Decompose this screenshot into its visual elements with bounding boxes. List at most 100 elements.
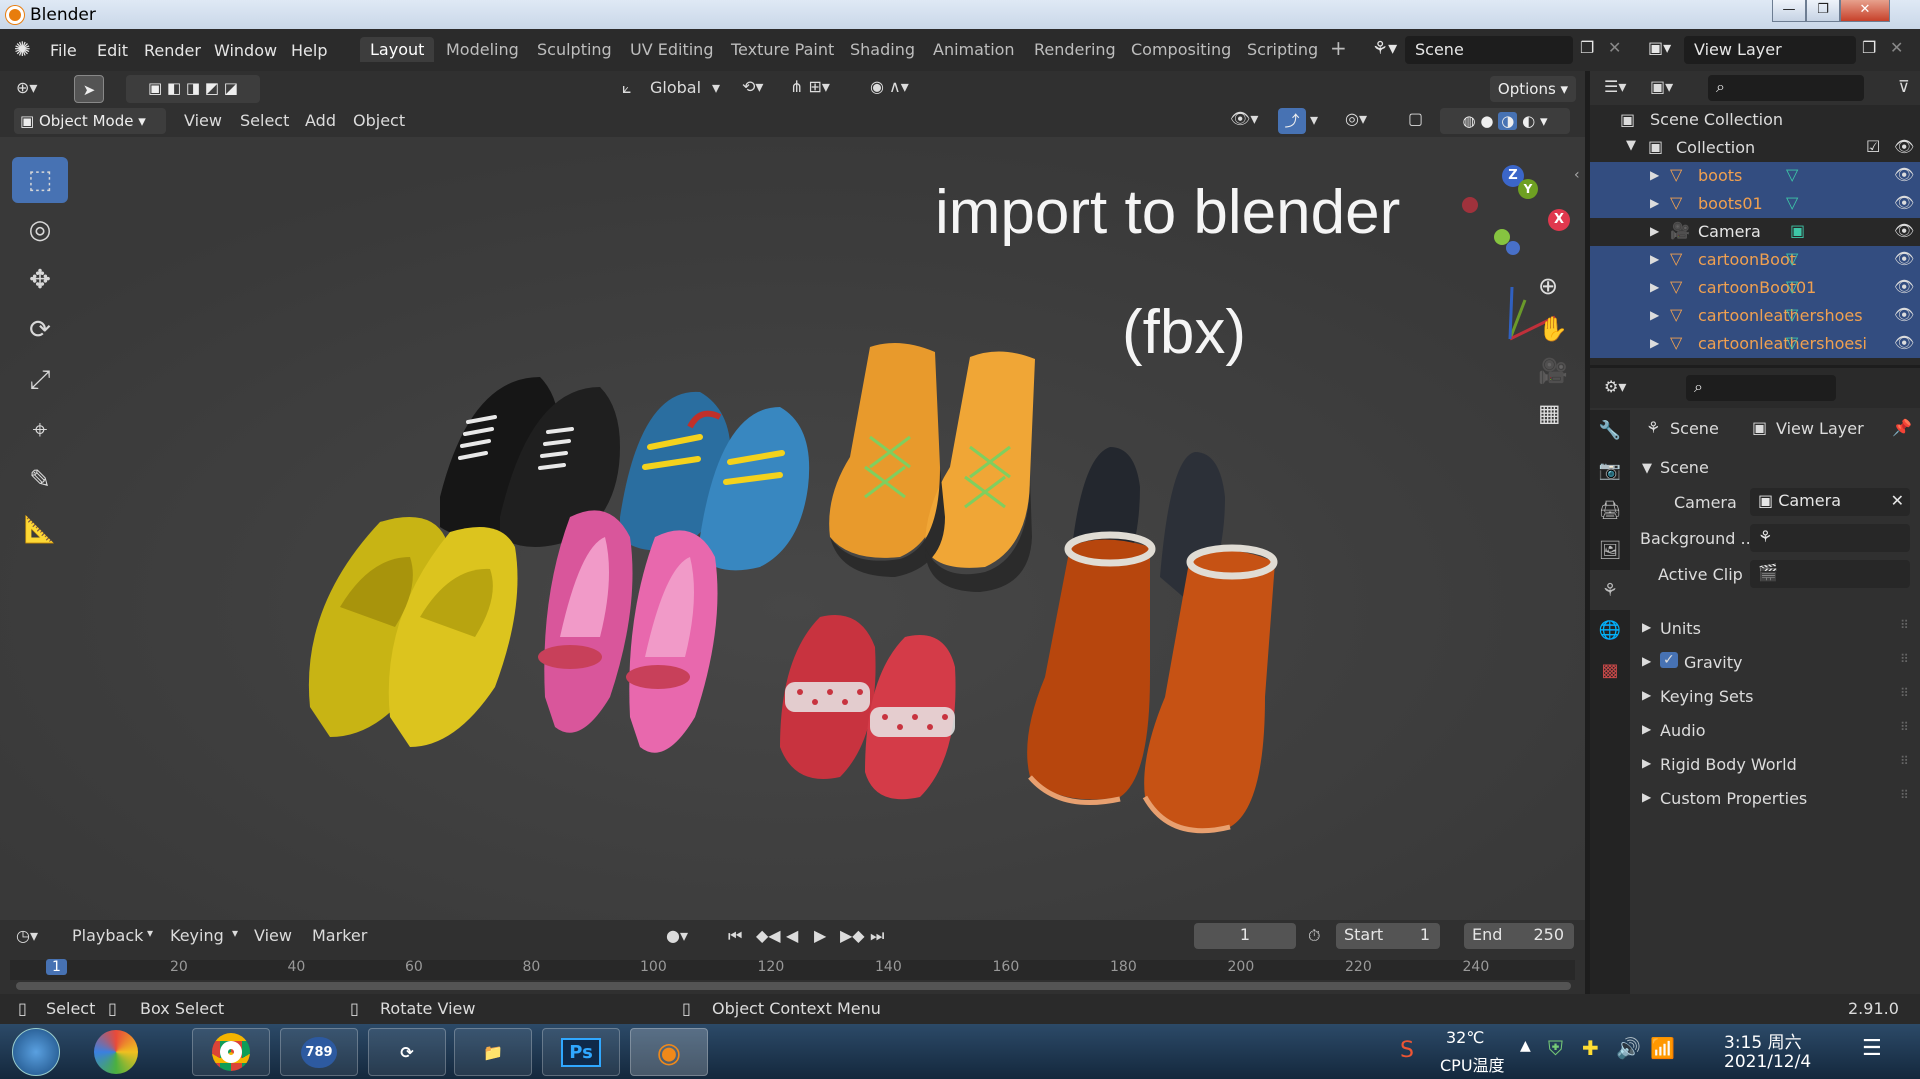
clock-time[interactable]: 3:15 周六 — [1724, 1028, 1802, 1053]
menu-file[interactable]: File — [50, 41, 77, 60]
menu-window[interactable]: Window — [214, 41, 277, 60]
start-button-icon[interactable] — [12, 1028, 60, 1076]
gizmo-neg-x-dot[interactable] — [1462, 197, 1478, 213]
visibility-eye-icon[interactable]: 👁 — [1894, 277, 1914, 296]
menu-object[interactable]: Object — [353, 111, 405, 130]
timeline-scrollbar[interactable] — [16, 982, 1571, 990]
gizmo-y-axis[interactable]: Y — [1518, 179, 1538, 199]
overlays-icon[interactable]: ◎▾ — [1345, 109, 1367, 128]
drag-handle-icon[interactable]: ⠿ — [1900, 686, 1909, 700]
panel-expand-icon[interactable]: ▶ — [1642, 688, 1651, 702]
mesh-data-icon[interactable]: ▽ — [1786, 333, 1798, 352]
3d-viewport[interactable]: Z Y X import to blender (fbx) ⊕ ✋ 🎥 ▦ ‹ … — [0, 137, 1585, 920]
drag-handle-icon[interactable]: ⠿ — [1900, 618, 1909, 632]
tab-texture-paint[interactable]: Texture Paint — [731, 40, 834, 59]
panel-expand-icon[interactable]: ▶ — [1642, 790, 1651, 804]
shading-mode-buttons[interactable]: ◍ ● ◑ ◐ ▾ — [1440, 108, 1570, 134]
orientation-chevron-icon[interactable]: ▾ — [712, 78, 720, 97]
keying-chevron-icon[interactable]: ▾ — [232, 926, 238, 940]
outliner-item[interactable]: ▶ 🎥 Camera ▣ 👁 — [1590, 218, 1920, 246]
network-icon[interactable]: 📶 — [1650, 1036, 1675, 1060]
blender-menu-icon[interactable]: ✺ — [14, 37, 31, 61]
render-tab-icon[interactable]: 📷 — [1590, 450, 1630, 490]
menu-help[interactable]: Help — [291, 41, 327, 60]
outliner-item[interactable]: ▶ ▽ boots ▽ 👁 — [1590, 162, 1920, 190]
transform-orientation-icon[interactable]: ⟀ — [622, 78, 632, 98]
outliner-item[interactable]: ▶ ▽ cartoonBoot01 ▽ 👁 — [1590, 274, 1920, 302]
next-keyframe-icon[interactable]: ▶◆ — [840, 926, 865, 945]
expand-arrow-icon[interactable]: ▶ — [1650, 308, 1659, 322]
collection-checkbox[interactable]: ☑ — [1866, 137, 1880, 156]
end-frame-field[interactable]: End 250 — [1464, 923, 1574, 949]
visibility-eye-icon[interactable]: 👁 — [1894, 305, 1914, 324]
tab-compositing[interactable]: Compositing — [1131, 40, 1231, 59]
panel-rigid-body-world[interactable]: ▶ Rigid Body World ⠿ — [1634, 752, 1914, 782]
active-clip-field[interactable]: 🎬 — [1750, 560, 1910, 588]
pin-icon[interactable]: 📌 — [1892, 418, 1912, 437]
tab-rendering[interactable]: Rendering — [1034, 40, 1116, 59]
gizmo-chevron-icon[interactable]: ▾ — [1310, 110, 1318, 129]
marker-menu[interactable]: Marker — [312, 926, 367, 945]
outliner-scene-collection[interactable]: ▣ Scene Collection — [1590, 106, 1920, 134]
drag-handle-icon[interactable]: ⠿ — [1900, 720, 1909, 734]
add-workspace-button[interactable]: + — [1330, 36, 1347, 60]
remove-view-layer-icon[interactable]: ✕ — [1890, 38, 1903, 57]
remove-scene-icon[interactable]: ✕ — [1608, 38, 1621, 57]
annotate-tool-icon[interactable]: ✎ — [12, 457, 68, 503]
new-scene-icon[interactable]: ❐ — [1580, 38, 1594, 57]
context-scene[interactable]: Scene — [1670, 419, 1719, 438]
drag-handle-icon[interactable]: ⠿ — [1900, 754, 1909, 768]
rotate-tool-icon[interactable]: ⟳ — [12, 307, 68, 353]
outliner-item[interactable]: ▶ ▽ cartoonBoot ▽ 👁 — [1590, 246, 1920, 274]
preview-range-icon[interactable]: ⏱ — [1308, 926, 1320, 946]
xray-icon[interactable]: ▢ — [1408, 109, 1423, 128]
tab-layout[interactable]: Layout — [360, 37, 435, 62]
timeline-editor-type-icon[interactable]: ◷▾ — [16, 926, 38, 945]
drag-handle-icon[interactable]: ⠿ — [1900, 652, 1909, 666]
prev-keyframe-icon[interactable]: ◆◀ — [756, 926, 781, 945]
texture-tab-icon[interactable]: ▩ — [1590, 650, 1630, 690]
object-mode-dropdown[interactable]: ▣ Object Mode ▾ — [14, 108, 166, 134]
orientation-dropdown[interactable]: Global — [650, 78, 701, 97]
expand-arrow-icon[interactable]: ▶ — [1650, 336, 1659, 350]
expand-arrow-icon[interactable]: ▶ — [1650, 252, 1659, 266]
panel-gravity[interactable]: ▶ ✓ Gravity ⠿ — [1634, 650, 1914, 680]
view-layer-icon[interactable]: ▣▾ — [1648, 38, 1671, 57]
menu-add[interactable]: Add — [305, 111, 336, 130]
context-view-layer[interactable]: View Layer — [1776, 419, 1864, 438]
camera-data-icon[interactable]: ▣ — [1790, 221, 1805, 240]
background-scene-field[interactable]: ⚘ — [1750, 524, 1910, 552]
outliner-collection[interactable]: ▼ ▣ Collection ☑ 👁 — [1590, 134, 1920, 162]
visibility-eye-icon[interactable]: 👁 — [1894, 221, 1914, 240]
pinwheel-app-icon[interactable] — [94, 1030, 138, 1074]
menu-select[interactable]: Select — [240, 111, 289, 130]
timeline-ruler[interactable]: 1 20 40 60 80 100 120 140 160 180 200 220 240 — [10, 959, 1575, 980]
collection-expand-icon[interactable]: ▼ — [1626, 138, 1636, 153]
camera-view-icon[interactable]: 🎥 — [1538, 357, 1568, 385]
mesh-data-icon[interactable]: ▽ — [1786, 193, 1798, 212]
scene-section-expand-icon[interactable]: ▼ — [1642, 461, 1652, 476]
expand-arrow-icon[interactable]: ▶ — [1650, 168, 1659, 182]
panel-units[interactable]: ▶ Units ⠿ — [1634, 616, 1914, 646]
outliner-search-input[interactable]: ⌕ — [1708, 75, 1864, 101]
tab-modeling[interactable]: Modeling — [446, 40, 519, 59]
new-view-layer-icon[interactable]: ❐ — [1862, 38, 1876, 57]
expand-arrow-icon[interactable]: ▶ — [1650, 196, 1659, 210]
camera-field[interactable]: ▣ Camera ✕ — [1750, 488, 1910, 516]
display-mode-icon[interactable]: ▣▾ — [1650, 77, 1673, 96]
select-tool-icon[interactable]: ➤ — [74, 75, 104, 103]
panel-keying-sets[interactable]: ▶ Keying Sets ⠿ — [1634, 684, 1914, 714]
tab-animation[interactable]: Animation — [933, 40, 1015, 59]
file-explorer-icon[interactable]: 📁 — [454, 1028, 532, 1076]
shoe-red-slippers[interactable] — [780, 615, 956, 800]
browser-789-app-icon[interactable]: 789 — [280, 1028, 358, 1076]
properties-search-input[interactable]: ⌕ — [1686, 375, 1836, 401]
visibility-eye-icon[interactable]: 👁 — [1894, 165, 1914, 184]
panel-audio[interactable]: ▶ Audio ⠿ — [1634, 718, 1914, 748]
cursor-tool-icon[interactable]: ◎ — [12, 207, 68, 253]
sogou-icon[interactable]: S — [1400, 1038, 1414, 1063]
jump-end-icon[interactable]: ⏭ — [870, 926, 884, 946]
gizmo-x-axis[interactable]: X — [1548, 209, 1570, 231]
scale-tool-icon[interactable]: ⤢ — [12, 357, 68, 403]
zoom-icon[interactable]: ⊕ — [1538, 272, 1558, 300]
